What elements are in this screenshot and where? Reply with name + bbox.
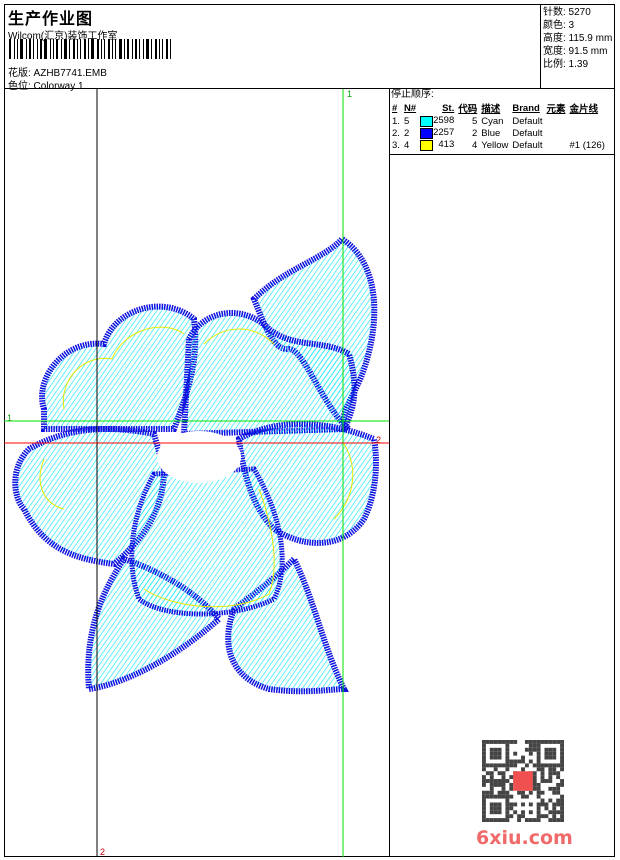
table-row: 3. 4 413 4 Yellow Default #1 (126) <box>390 139 607 151</box>
qr-code <box>482 740 564 822</box>
row-index: 1. <box>392 115 400 127</box>
element <box>544 115 567 127</box>
column-header: 元素 <box>546 104 566 115</box>
guide-label-bottom: 2 <box>100 847 106 857</box>
table-row: 2. 2 2257 2 Blue Default <box>390 127 607 139</box>
barcode <box>9 39 172 59</box>
color-swatch <box>420 128 434 139</box>
color-swatch <box>420 140 434 151</box>
stop-sequence-panel: 停止顺序: # N# St. 代码 描述 Brand 元素 金片线 1. 5 2598 5 C… <box>390 89 615 151</box>
brand: Default <box>512 127 543 139</box>
guide-label-right: 2 <box>376 435 382 445</box>
watermark-logo: 6xiu.com <box>476 827 573 849</box>
seal-icon <box>513 771 533 791</box>
column-header: 描述 <box>481 104 501 115</box>
stitch-count-cell: 2598 <box>418 115 456 127</box>
column-header: Brand <box>512 102 540 114</box>
stitches: 413 <box>438 139 455 150</box>
element <box>544 139 567 151</box>
color-swatch <box>420 116 434 127</box>
flower-design <box>12 235 379 695</box>
row-index: 2. <box>392 127 400 139</box>
table-row: 1. 5 2598 5 Cyan Default <box>390 115 607 127</box>
column-header: 金片线 <box>569 104 599 115</box>
column-header: St. <box>442 102 455 114</box>
stitch-count-cell: 2257 <box>418 127 456 139</box>
sequin-info <box>568 115 607 127</box>
color-description: Blue <box>481 127 501 139</box>
divider <box>390 154 615 155</box>
design-scale: 比例: 1.39 <box>543 59 589 70</box>
page-title: 生产作业图 <box>8 11 94 28</box>
color-description: Cyan <box>481 115 504 127</box>
color-code: 2 <box>471 127 478 139</box>
brand: Default <box>512 115 543 127</box>
stats-panel: 针数: 5270 颜色: 3 高度: 115.9 mm 宽度: 91.5 mm … <box>540 4 615 88</box>
row-index: 3. <box>392 139 400 151</box>
header: 生产作业图 Wilcom(汇京)装饰工作室 花版: AZHB7741.EMB 色… <box>4 4 540 92</box>
divider <box>389 88 390 857</box>
brand: Default <box>512 139 543 151</box>
column-header: # <box>392 102 398 114</box>
stop-sequence-table: # N# St. 代码 描述 Brand 元素 金片线 1. 5 2598 5 Cyan De… <box>390 101 607 151</box>
design-canvas: 1 1 2 2 <box>4 89 389 857</box>
design-height: 高度: 115.9 mm <box>543 33 613 44</box>
stitch-count-cell: 413 <box>418 139 456 151</box>
stitches: 2257 <box>433 127 455 138</box>
color-description: Yellow <box>481 139 509 151</box>
needle-number: 5 <box>403 115 410 127</box>
element <box>544 127 567 139</box>
needle-number: 4 <box>403 139 410 151</box>
sequin-info: #1 (126) <box>569 139 605 151</box>
guide-label-top: 1 <box>347 89 353 99</box>
stitches: 2598 <box>433 115 455 126</box>
needle-number: 2 <box>403 127 410 139</box>
color-code: 4 <box>471 139 478 151</box>
color-count: 颜色: 3 <box>543 20 575 31</box>
color-code: 5 <box>471 115 478 127</box>
stop-sequence-caption: 停止顺序: <box>391 89 434 100</box>
column-header: 代码 <box>458 104 478 115</box>
column-header: N# <box>403 102 417 114</box>
stitch-count: 针数: 5270 <box>543 7 591 18</box>
guide-label-left: 1 <box>7 413 13 423</box>
design-width: 宽度: 91.5 mm <box>543 46 608 57</box>
embroidery-preview <box>4 89 389 857</box>
sequin-info <box>568 127 607 139</box>
flower-center <box>157 431 241 483</box>
